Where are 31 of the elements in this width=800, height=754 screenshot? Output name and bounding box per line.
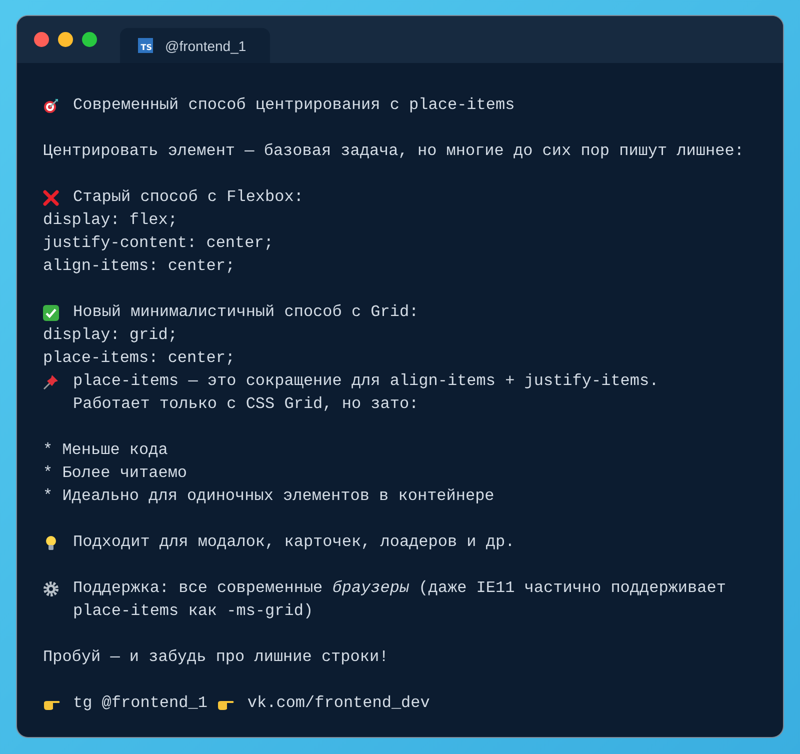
text-line: Новый минималистичный способ с Grid: — [73, 302, 419, 323]
text-line: place-items: center; — [43, 348, 236, 369]
file-type-icon: TS — [138, 38, 153, 53]
text-line: Старый способ с Flexbox: — [73, 187, 304, 208]
text-line: Центрировать элемент — базовая задача, но многие до сих пор пишут лишнее: — [43, 141, 744, 162]
close-button[interactable] — [34, 32, 49, 47]
text-line: justify-content: center; — [43, 233, 274, 254]
text-line: Подходит для модалок, карточек, лоадеров и др. — [73, 532, 515, 553]
text-line: align-items: center; — [43, 256, 236, 277]
text-line: place-items — это сокращение для align-items + justify-items. — [73, 371, 659, 392]
editor-tab[interactable]: TS @frontend_1 — [120, 28, 270, 63]
maximize-button[interactable] — [82, 32, 97, 47]
text-line: display: grid; — [43, 325, 178, 346]
text-line: display: flex; — [43, 210, 178, 231]
text-line: place-items как -ms-grid) — [73, 601, 314, 622]
lightbulb-icon — [43, 534, 59, 550]
gear-icon — [43, 580, 59, 596]
text-line: * Меньше кода — [43, 440, 168, 461]
minimize-button[interactable] — [58, 32, 73, 47]
text-line: Работает только с CSS Grid, но зато: — [73, 394, 420, 415]
text-line: * Более читаемо — [43, 463, 188, 484]
target-icon — [43, 98, 59, 114]
cross-icon — [43, 190, 59, 206]
checkmark-icon — [43, 304, 59, 320]
pushpin-icon — [43, 374, 59, 390]
text-line: Поддержка: все современные браузеры (даже IE11 частично поддерживает — [73, 578, 726, 599]
text-line: Современный способ центрирования с place-items — [73, 95, 515, 116]
text-line: tg @frontend_1 — [73, 693, 208, 714]
text-line: Пробуй — и забудь про лишние строки! — [43, 647, 389, 668]
text-line: vk.com/frontend_dev — [247, 693, 430, 714]
text-line: * Идеально для одиночных элементов в контейнере — [43, 486, 494, 507]
